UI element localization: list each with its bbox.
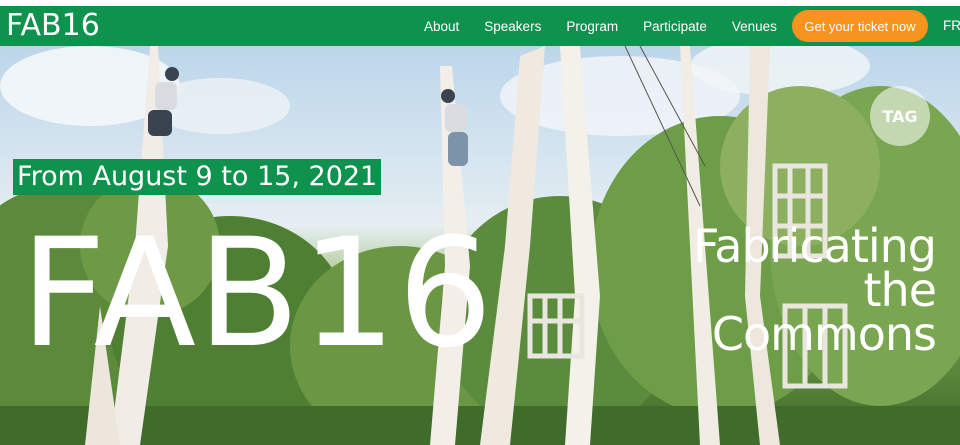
event-dates: From August 9 to 15, 2021 [13, 159, 382, 195]
get-ticket-button[interactable]: Get your ticket now [792, 10, 928, 42]
nav-link-program[interactable]: Program [566, 19, 618, 34]
page: FAB16 About Speakers Program Participate… [0, 0, 960, 445]
main-nav: About Speakers Program Participate Venue… [424, 6, 802, 46]
hero-banner: TAG From August 9 to 15, 2021 FAB16 Fabr… [0, 46, 960, 445]
site-logo[interactable]: FAB16 [6, 8, 100, 44]
nav-link-venues[interactable]: Venues [732, 19, 777, 34]
tagline-line-3: Commons [711, 307, 937, 361]
language-switch[interactable]: FR [943, 6, 960, 46]
nav-link-speakers[interactable]: Speakers [484, 19, 541, 34]
tagline-line-2: the [863, 263, 938, 317]
nav-link-participate[interactable]: Participate [643, 19, 707, 34]
hero-tagline: Fabricating the Commons [636, 219, 938, 361]
top-navbar: FAB16 About Speakers Program Participate… [0, 6, 960, 46]
nav-link-about[interactable]: About [424, 19, 459, 34]
tagline-line-1: Fabricating [693, 219, 937, 273]
partner-logo-icon: TAG [870, 86, 930, 146]
hero-title: FAB16 [20, 207, 494, 381]
